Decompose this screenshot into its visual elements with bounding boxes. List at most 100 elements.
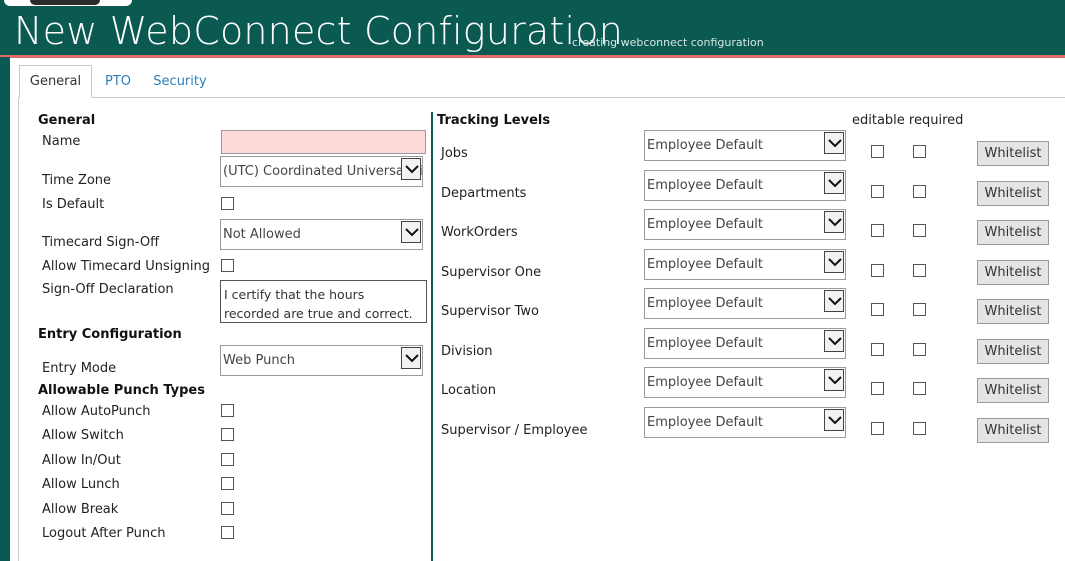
required-checkbox-supervisor-two[interactable] xyxy=(913,303,926,316)
tracking-select-value: Employee Default xyxy=(647,336,764,351)
required-checkbox-jobs[interactable] xyxy=(913,145,926,158)
tracking-label-supervisor-two: Supervisor Two xyxy=(441,304,539,319)
signoff-declaration-textarea[interactable]: I certify that the hours recorded are tr… xyxy=(220,280,427,323)
tracking-select-supervisor-two[interactable]: Employee Default xyxy=(644,288,846,319)
editable-checkbox-supervisor-employee[interactable] xyxy=(871,422,884,435)
entry-mode-select[interactable]: Web Punch xyxy=(220,345,423,376)
editable-checkbox-workorders[interactable] xyxy=(871,224,884,237)
tracking-levels-heading: Tracking Levels xyxy=(437,113,551,128)
editable-checkbox-supervisor-one[interactable] xyxy=(871,264,884,277)
allow-switch-checkbox[interactable] xyxy=(221,428,234,441)
chevron-down-icon[interactable] xyxy=(401,347,421,369)
editable-checkbox-supervisor-two[interactable] xyxy=(871,303,884,316)
header-accent-line xyxy=(0,55,1065,58)
punch-type-label: Logout After Punch xyxy=(42,526,166,541)
page-subtitle: creating webconnect configuration xyxy=(572,36,764,49)
whitelist-button-workorders[interactable]: Whitelist xyxy=(977,220,1049,245)
tracking-column-headers: editable required xyxy=(852,113,964,128)
tracking-label-location: Location xyxy=(441,383,496,398)
tracking-select-jobs[interactable]: Employee Default xyxy=(644,130,846,161)
whitelist-button-location[interactable]: Whitelist xyxy=(977,378,1049,403)
allow-autopunch-checkbox[interactable] xyxy=(221,404,234,417)
panel-border xyxy=(18,97,19,561)
whitelist-button-supervisor-two[interactable]: Whitelist xyxy=(977,299,1049,324)
timezone-select[interactable]: (UTC) Coordinated Universal Time xyxy=(220,156,423,187)
left-rail xyxy=(0,57,10,561)
tracking-select-value: Employee Default xyxy=(647,138,764,153)
editable-checkbox-division[interactable] xyxy=(871,343,884,356)
whitelist-button-supervisor-one[interactable]: Whitelist xyxy=(977,260,1049,285)
tracking-label-supervisor-one: Supervisor One xyxy=(441,265,542,280)
allow-break-checkbox[interactable] xyxy=(221,502,234,515)
tracking-select-departments[interactable]: Employee Default xyxy=(644,170,846,201)
timecard-signoff-label: Timecard Sign-Off xyxy=(42,235,160,250)
entry-mode-label: Entry Mode xyxy=(42,361,117,376)
chevron-down-icon[interactable] xyxy=(824,251,844,273)
required-checkbox-supervisor-one[interactable] xyxy=(913,264,926,277)
editable-checkbox-jobs[interactable] xyxy=(871,145,884,158)
allow-inout-checkbox[interactable] xyxy=(221,453,234,466)
is-default-checkbox[interactable] xyxy=(221,197,234,210)
tracking-select-supervisor-employee[interactable]: Employee Default xyxy=(644,407,846,438)
tab-pto[interactable]: PTO xyxy=(98,65,138,98)
punch-type-label: Allow Switch xyxy=(42,428,124,443)
tab-general[interactable]: General xyxy=(19,65,92,98)
required-checkbox-division[interactable] xyxy=(913,343,926,356)
punch-type-label: Allow In/Out xyxy=(42,453,121,468)
chevron-down-icon[interactable] xyxy=(824,132,844,154)
timezone-value: (UTC) Coordinated Universal Time xyxy=(223,164,423,179)
required-checkbox-workorders[interactable] xyxy=(913,224,926,237)
tracking-label-workorders: WorkOrders xyxy=(441,225,518,240)
whitelist-button-supervisor-employee[interactable]: Whitelist xyxy=(977,418,1049,443)
is-default-label: Is Default xyxy=(42,197,105,212)
tracking-select-value: Employee Default xyxy=(647,257,764,272)
whitelist-button-division[interactable]: Whitelist xyxy=(977,339,1049,364)
whitelist-button-jobs[interactable]: Whitelist xyxy=(977,141,1049,166)
punch-type-label: Allow Lunch xyxy=(42,477,120,492)
allow-lunch-checkbox[interactable] xyxy=(221,477,234,490)
tracking-select-value: Employee Default xyxy=(647,415,764,430)
tracking-label-jobs: Jobs xyxy=(441,146,468,161)
tracking-select-workorders[interactable]: Employee Default xyxy=(644,209,846,240)
tracking-select-value: Employee Default xyxy=(647,375,764,390)
whitelist-button-departments[interactable]: Whitelist xyxy=(977,181,1049,206)
name-input[interactable] xyxy=(221,130,426,154)
name-label: Name xyxy=(42,134,81,149)
chevron-down-icon[interactable] xyxy=(401,221,421,243)
general-heading: General xyxy=(38,113,96,128)
app-header: New WebConnect Configuration creating we… xyxy=(0,0,1065,57)
editable-checkbox-departments[interactable] xyxy=(871,185,884,198)
timezone-label: Time Zone xyxy=(42,173,112,188)
chevron-down-icon[interactable] xyxy=(824,290,844,312)
chevron-down-icon[interactable] xyxy=(824,211,844,233)
tracking-select-location[interactable]: Employee Default xyxy=(644,367,846,398)
timecard-signoff-select[interactable]: Not Allowed xyxy=(220,219,423,250)
logo xyxy=(4,0,132,6)
allow-unsigning-label: Allow Timecard Unsigning xyxy=(42,259,210,274)
tracking-select-value: Employee Default xyxy=(647,296,764,311)
required-checkbox-departments[interactable] xyxy=(913,185,926,198)
tab-security[interactable]: Security xyxy=(150,65,210,98)
chevron-down-icon[interactable] xyxy=(824,172,844,194)
tracking-label-supervisor-employee: Supervisor / Employee xyxy=(441,423,588,438)
signoff-declaration-label: Sign-Off Declaration xyxy=(42,282,174,297)
punch-type-label: Allow Break xyxy=(42,502,119,517)
chevron-down-icon[interactable] xyxy=(824,369,844,391)
chevron-down-icon[interactable] xyxy=(824,409,844,431)
tracking-select-division[interactable]: Employee Default xyxy=(644,328,846,359)
tracking-select-value: Employee Default xyxy=(647,178,764,193)
required-checkbox-location[interactable] xyxy=(913,382,926,395)
tracking-select-supervisor-one[interactable]: Employee Default xyxy=(644,249,846,280)
entry-mode-value: Web Punch xyxy=(223,353,295,368)
entry-config-heading: Entry Configuration xyxy=(38,327,182,342)
chevron-down-icon[interactable] xyxy=(401,158,421,180)
page-title: New WebConnect Configuration xyxy=(14,9,623,53)
allow-unsigning-checkbox[interactable] xyxy=(221,259,234,272)
logout-after-punch-checkbox[interactable] xyxy=(221,526,234,539)
tracking-label-division: Division xyxy=(441,344,493,359)
chevron-down-icon[interactable] xyxy=(824,330,844,352)
tracking-label-departments: Departments xyxy=(441,186,527,201)
required-checkbox-supervisor-employee[interactable] xyxy=(913,422,926,435)
punch-type-label: Allow AutoPunch xyxy=(42,404,151,419)
editable-checkbox-location[interactable] xyxy=(871,382,884,395)
